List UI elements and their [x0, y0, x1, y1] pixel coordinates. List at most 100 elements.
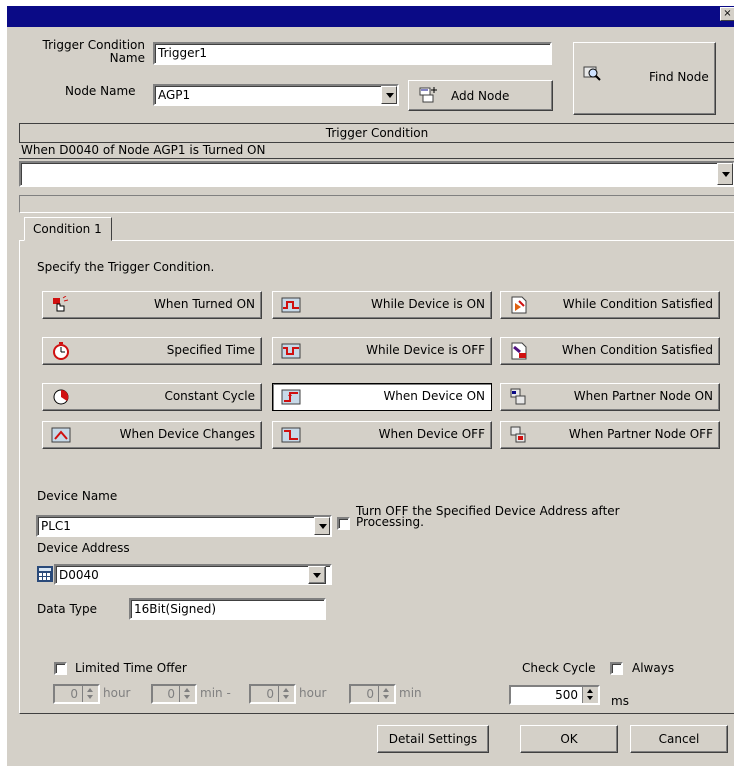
timer-icon — [53, 342, 69, 360]
address-keypad-icon[interactable] — [37, 566, 53, 582]
spinner-unit-label: hour — [103, 686, 131, 700]
check-cycle-spinner[interactable]: 500 — [509, 685, 600, 705]
find-node-button[interactable]: Find Node — [573, 42, 716, 115]
device-address-dropdown-button[interactable] — [308, 566, 326, 584]
trigger-condition-dialog: × Trigger Condition Name Trigger1 Node N… — [6, 5, 734, 766]
button-label: When Device OFF — [378, 427, 485, 441]
spin-arrows-icon[interactable] — [378, 686, 394, 702]
button-label: When Partner Node OFF — [568, 427, 713, 441]
spin-arrows-icon[interactable] — [582, 687, 598, 703]
button-label: When Device ON — [383, 389, 485, 403]
while-condition-satisfied-button[interactable]: While Condition Satisfied — [500, 291, 720, 319]
device-name-label: Device Name — [37, 489, 118, 503]
spinner-value: 0 — [167, 687, 175, 701]
turn-off-device-checkbox[interactable] — [337, 517, 350, 530]
tab-strip-divider — [19, 195, 734, 213]
when-partner-node-off-button[interactable]: When Partner Node OFF — [500, 421, 720, 449]
end-minute-spinner[interactable]: 0 — [349, 684, 396, 704]
cancel-button[interactable]: Cancel — [630, 725, 728, 753]
check-cycle-value: 500 — [555, 688, 578, 702]
trigger-condition-header: Trigger Condition — [19, 123, 734, 143]
start-hour-spinner[interactable]: 0 — [53, 684, 100, 704]
tab-condition-1[interactable]: Condition 1 — [24, 217, 112, 241]
specified-time-button[interactable]: Specified Time — [42, 337, 262, 365]
spin-arrows-icon[interactable] — [179, 686, 195, 702]
cycle-clock-icon — [53, 389, 69, 405]
while-device-off-button[interactable]: While Device is OFF — [272, 337, 492, 365]
turn-off-device-label: Turn OFF the Specified Device Address af… — [356, 504, 620, 529]
spinner-value: 0 — [70, 687, 78, 701]
when-device-off-button[interactable]: When Device OFF — [272, 421, 492, 449]
close-button[interactable]: × — [720, 7, 734, 21]
constant-cycle-button[interactable]: Constant Cycle — [42, 383, 262, 411]
condition-ok-icon — [511, 342, 527, 360]
ok-button[interactable]: OK — [520, 725, 618, 753]
find-node-label: Find Node — [649, 70, 709, 84]
detail-settings-button[interactable]: Detail Settings — [377, 725, 489, 753]
trigger-name-input[interactable]: Trigger1 — [153, 42, 552, 65]
always-checkbox[interactable] — [610, 662, 623, 675]
node-name-select[interactable]: AGP1 — [153, 84, 399, 106]
check-cycle-unit: ms — [611, 694, 629, 708]
when-device-on-button[interactable]: When Device ON — [272, 383, 492, 411]
spin-arrows-icon[interactable] — [82, 686, 98, 702]
data-type-label: Data Type — [37, 602, 98, 616]
when-condition-satisfied-button[interactable]: When Condition Satisfied — [500, 337, 720, 365]
device-on-icon — [281, 297, 301, 313]
chevron-down-icon — [313, 573, 321, 578]
start-minute-spinner[interactable]: 0 — [151, 684, 197, 704]
title-bar: × — [7, 6, 734, 27]
device-address-value: D0040 — [59, 568, 99, 582]
button-label: Constant Cycle — [164, 389, 255, 403]
chevron-down-icon[interactable] — [717, 163, 733, 185]
device-off-icon — [281, 343, 301, 359]
button-label: When Partner Node ON — [573, 389, 713, 403]
device-address-label: Device Address — [37, 541, 130, 555]
find-node-icon — [583, 66, 601, 81]
trigger-condition-summary: When D0040 of Node AGP1 is Turned ON — [19, 143, 734, 159]
button-label: When Device Changes — [119, 427, 255, 441]
chevron-down-icon[interactable] — [381, 86, 397, 104]
spinner-value: 0 — [266, 687, 274, 701]
partner-node-on-icon — [510, 388, 526, 405]
button-label: Specified Time — [166, 343, 255, 357]
add-node-label: Add Node — [451, 89, 510, 103]
device-change-icon — [51, 427, 71, 443]
check-cycle-label: Check Cycle — [522, 661, 596, 675]
device-address-select[interactable]: D0040 — [54, 564, 332, 585]
instruction-text: Specify the Trigger Condition. — [37, 260, 215, 274]
add-node-button[interactable]: Add Node — [408, 80, 553, 111]
limited-time-label: Limited Time Offer — [75, 661, 187, 675]
trigger-condition-header-label: Trigger Condition — [325, 126, 429, 140]
spinner-unit-label: hour — [299, 686, 327, 700]
while-device-on-button[interactable]: While Device is ON — [272, 291, 492, 319]
condition-flag-icon — [511, 296, 527, 314]
spinner-unit-label: min - — [200, 686, 231, 700]
node-name-value: AGP1 — [158, 88, 191, 102]
device-name-select[interactable]: PLC1 — [36, 515, 332, 537]
button-label: While Device is ON — [370, 297, 485, 311]
tab-label: Condition 1 — [33, 222, 102, 236]
device-rise-icon — [281, 389, 301, 405]
end-hour-spinner[interactable]: 0 — [249, 684, 296, 704]
node-name-label: Node Name — [65, 84, 136, 98]
chevron-down-icon[interactable] — [314, 517, 330, 535]
when-partner-node-on-button[interactable]: When Partner Node ON — [500, 383, 720, 411]
when-turned-on-button[interactable]: When Turned ON — [42, 291, 262, 319]
button-label: When Condition Satisfied — [561, 343, 713, 357]
button-label: When Turned ON — [154, 297, 255, 311]
trigger-expression-select[interactable] — [19, 161, 734, 187]
spin-arrows-icon[interactable] — [278, 686, 294, 702]
add-node-icon — [419, 87, 437, 103]
limited-time-checkbox[interactable] — [54, 662, 67, 675]
data-type-field: 16Bit(Signed) — [129, 598, 326, 620]
always-label: Always — [632, 661, 675, 675]
condition-tab-panel: Specify the Trigger Condition. When Turn… — [19, 240, 734, 714]
when-device-changes-button[interactable]: When Device Changes — [42, 421, 262, 449]
hand-pointer-icon — [53, 296, 69, 312]
button-label: While Device is OFF — [366, 343, 485, 357]
device-name-value: PLC1 — [41, 519, 71, 533]
spinner-unit-label: min — [399, 686, 422, 700]
partner-node-off-icon — [510, 426, 526, 443]
button-label: While Condition Satisfied — [562, 297, 713, 311]
